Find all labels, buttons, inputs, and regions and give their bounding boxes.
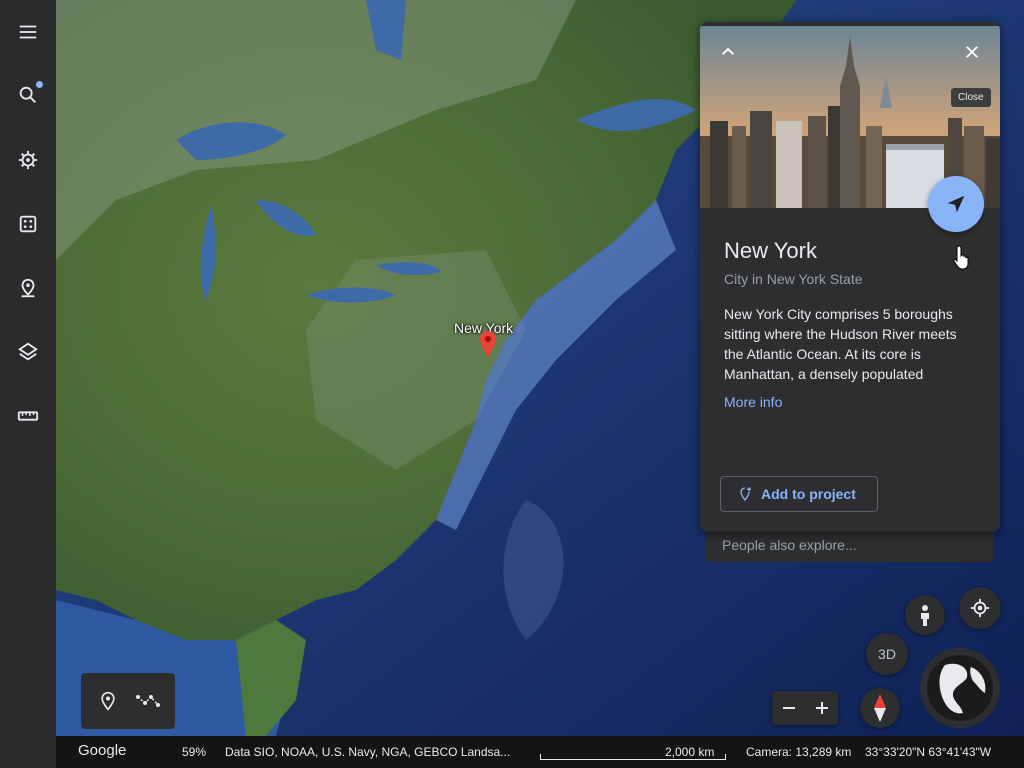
collapse-button[interactable] (712, 36, 744, 68)
minus-icon (782, 707, 795, 709)
drawing-tools (81, 673, 175, 729)
globe-view-button[interactable] (920, 648, 1000, 728)
globe-icon (927, 655, 993, 721)
add-to-project-button[interactable]: Add to project (720, 476, 878, 512)
menu-button[interactable] (8, 12, 48, 52)
chevron-up-icon (722, 47, 734, 55)
people-also-explore[interactable]: People also explore... (706, 532, 994, 562)
place-description: New York City comprises 5 boroughs sitti… (724, 306, 957, 382)
coordinates: 33°33'20"N 63°41'43"W (865, 745, 992, 759)
compass-icon (874, 694, 886, 722)
close-icon (966, 46, 978, 58)
close-tooltip: Close (951, 88, 991, 107)
zoom-controls (772, 691, 838, 725)
menu-icon (19, 25, 37, 39)
projects-button[interactable] (8, 268, 48, 308)
add-placemark-button[interactable] (95, 688, 121, 714)
measure-button[interactable] (8, 396, 48, 436)
scale-label: 2,000 km (665, 745, 715, 759)
pegman-icon (921, 605, 929, 626)
add-to-project-label: Add to project (761, 486, 856, 502)
my-location-button[interactable] (959, 587, 1001, 629)
draw-path-button[interactable] (135, 688, 161, 714)
search-icon (19, 86, 36, 103)
feeling-lucky-button[interactable] (8, 204, 48, 244)
add-location-icon (740, 487, 751, 502)
map-style-icon (18, 342, 38, 361)
compass-button[interactable] (860, 688, 900, 728)
location-pin-icon[interactable] (480, 331, 496, 357)
data-attribution[interactable]: Data SIO, NOAA, U.S. Navy, NGA, GEBCO La… (225, 745, 510, 759)
placemark-icon (101, 691, 115, 711)
place-subtitle: City in New York State (724, 271, 863, 287)
zoom-out-button[interactable] (772, 691, 805, 725)
google-logo: Google (78, 742, 127, 759)
hand-cursor-icon (953, 245, 969, 270)
more-info-link[interactable]: More info (724, 394, 782, 410)
camera-altitude: Camera: 13,289 km (746, 745, 852, 759)
place-title: New York (724, 238, 817, 263)
paper-plane-icon (947, 195, 965, 213)
path-icon (136, 695, 160, 707)
status-bar: Google 59% Data SIO, NOAA, U.S. Navy, NG… (56, 736, 1024, 768)
projects-icon (21, 278, 35, 298)
pegman-button[interactable] (905, 595, 945, 635)
load-progress: 59% (182, 745, 207, 759)
crosshair-icon (970, 598, 990, 618)
place-info-card: Close New York City in New York State Ne… (700, 22, 1000, 532)
voyager-button[interactable] (8, 140, 48, 180)
notification-dot (36, 81, 43, 88)
fly-to-button[interactable] (928, 176, 984, 232)
search-button[interactable] (8, 75, 48, 115)
voyager-icon (18, 150, 38, 170)
zoom-in-button[interactable] (805, 691, 838, 725)
plus-icon (815, 702, 828, 714)
sidebar (0, 0, 56, 768)
feeling-lucky-icon (19, 215, 37, 233)
close-button[interactable] (956, 36, 988, 68)
map-style-button[interactable] (8, 332, 48, 372)
toggle-3d-button[interactable]: 3D (866, 633, 908, 675)
measure-icon (17, 411, 39, 421)
